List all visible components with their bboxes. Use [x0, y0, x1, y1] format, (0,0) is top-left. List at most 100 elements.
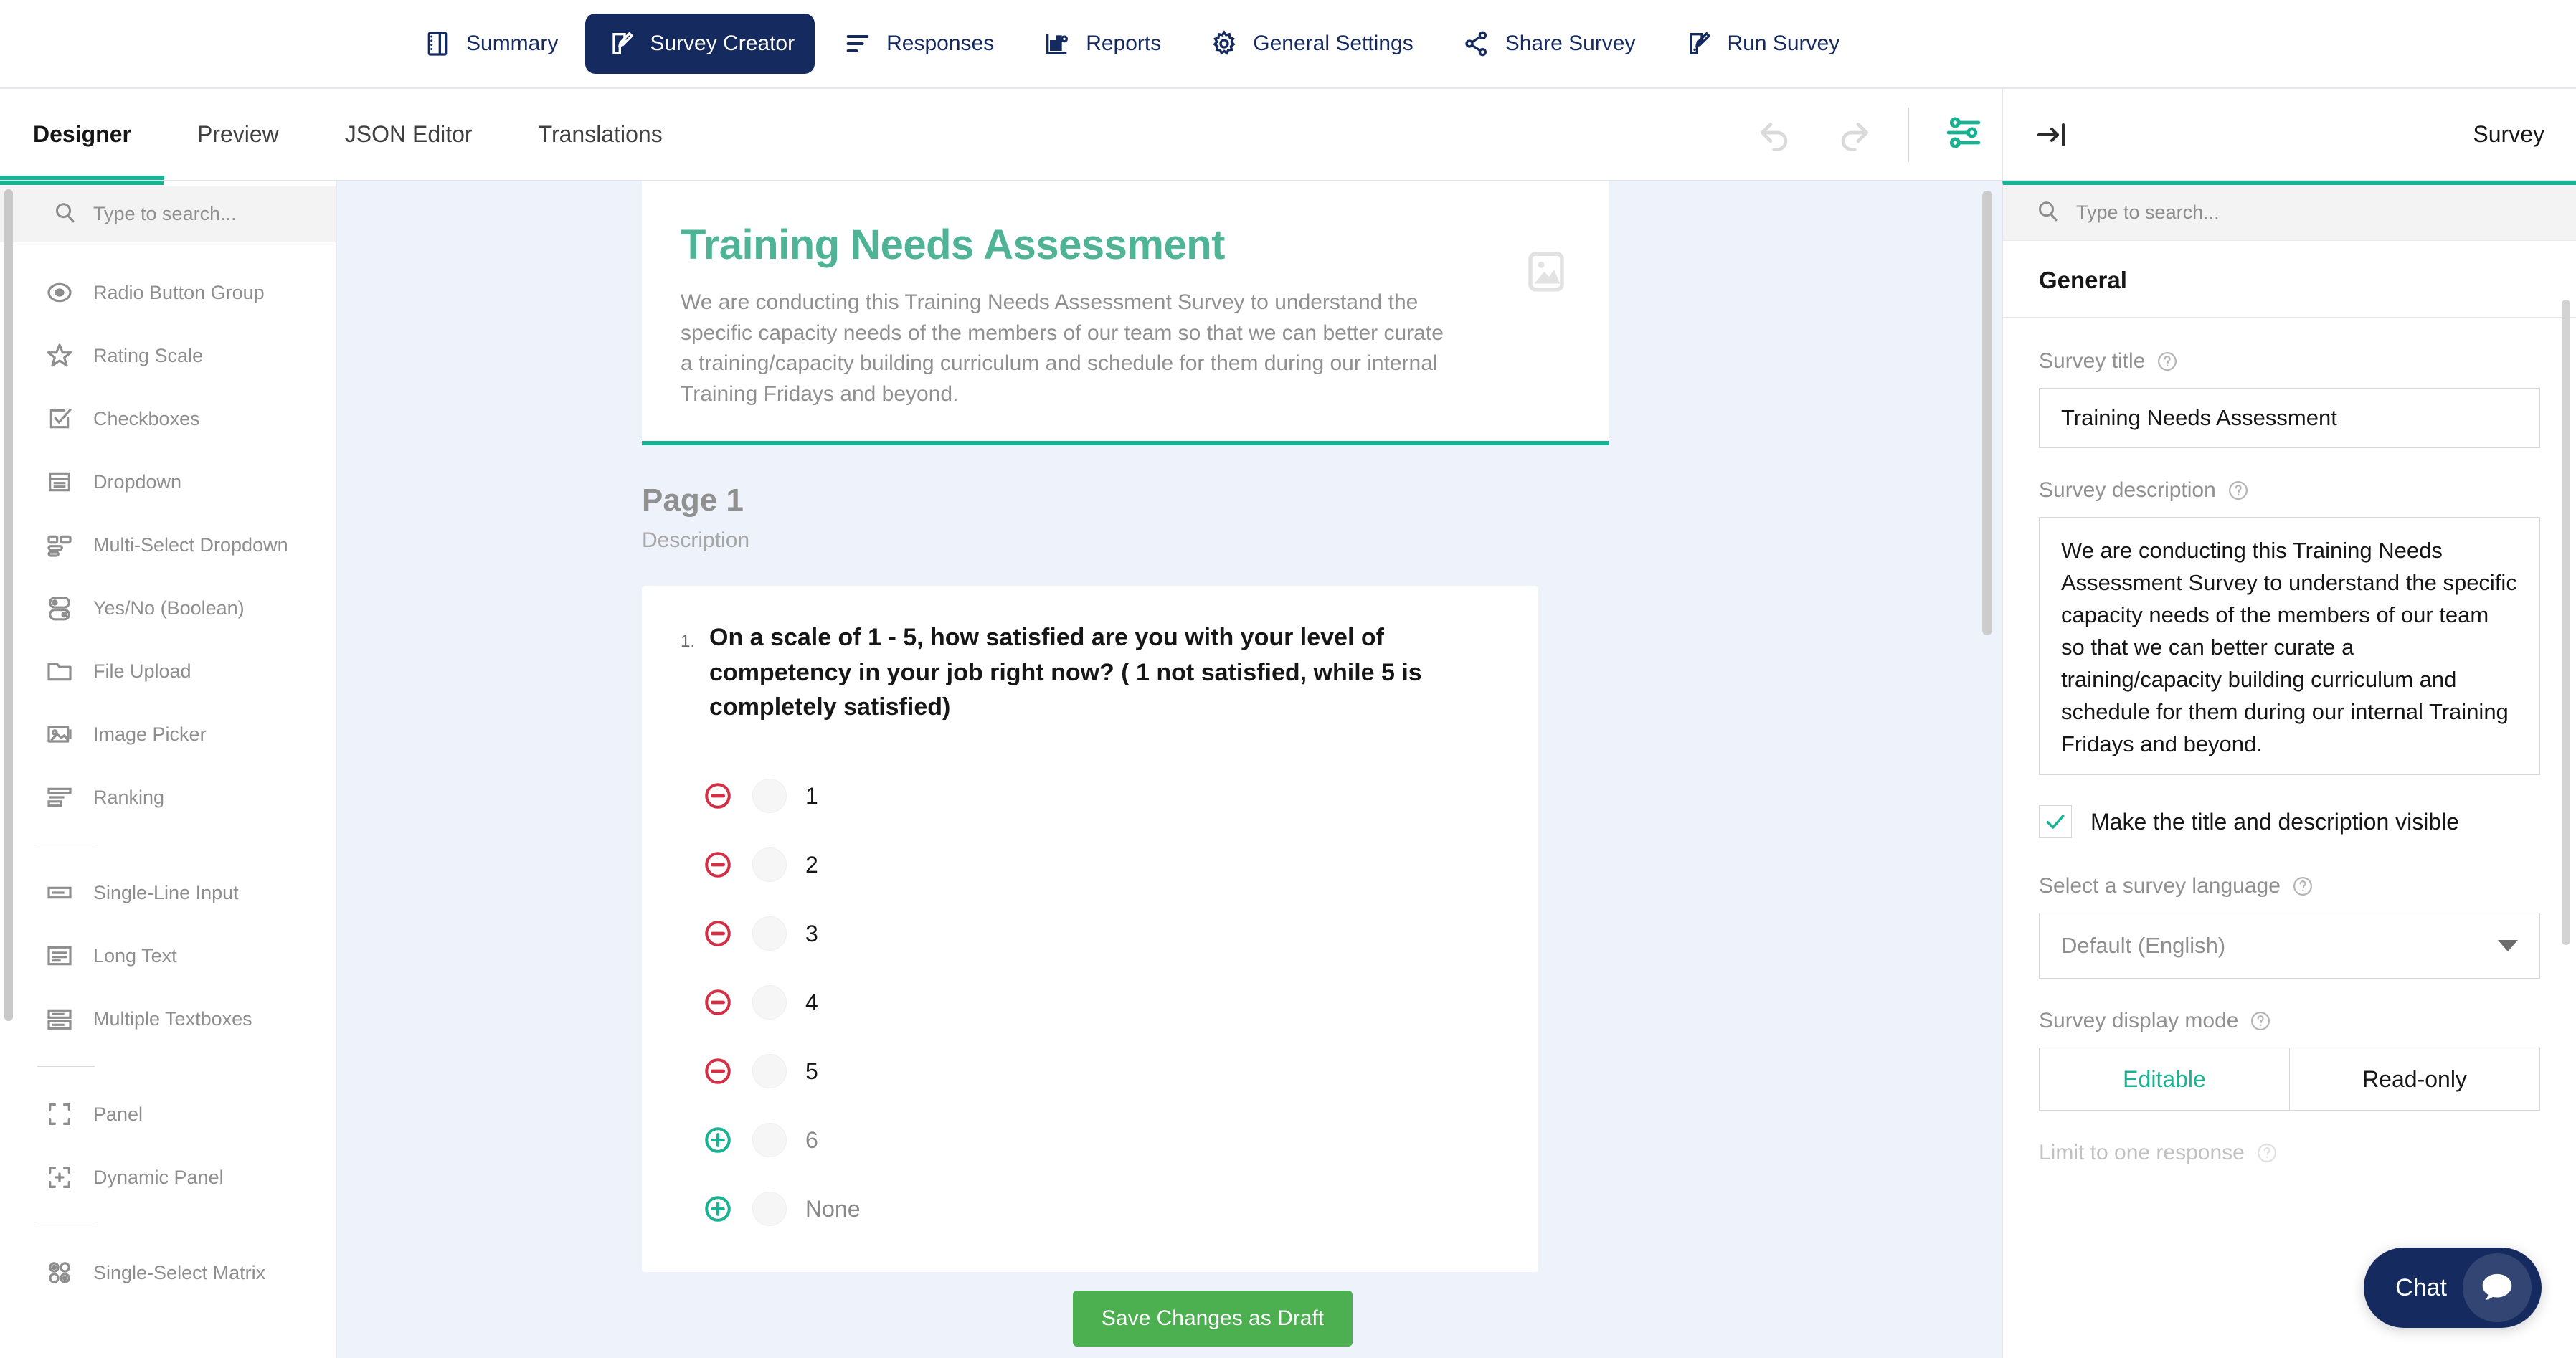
theme-settings-button[interactable] — [1925, 96, 2002, 174]
choice-radio[interactable] — [752, 1054, 787, 1088]
choice-label[interactable]: 3 — [805, 921, 818, 947]
search-icon — [2035, 198, 2060, 227]
property-section-general[interactable]: General — [2003, 241, 2576, 318]
tab-preview[interactable]: Preview — [164, 89, 312, 180]
survey-language-value: Default (English) — [2061, 933, 2225, 959]
multiple-textboxes-icon — [44, 1004, 75, 1034]
remove-choice-icon[interactable] — [702, 780, 734, 812]
add-choice-icon[interactable] — [702, 1124, 734, 1156]
title-description-visible-checkbox[interactable] — [2039, 805, 2072, 838]
choice-row-new[interactable]: 6 — [702, 1106, 1500, 1174]
choice-row[interactable]: 3 — [702, 899, 1500, 968]
tab-translations[interactable]: Translations — [506, 89, 696, 180]
remove-choice-icon[interactable] — [702, 849, 734, 880]
choice-radio[interactable] — [752, 985, 787, 1020]
choice-row-none[interactable]: None — [702, 1174, 1500, 1243]
remove-choice-icon[interactable] — [702, 918, 734, 949]
page-block[interactable]: Page 1 Description — [642, 445, 1609, 553]
question-card[interactable]: 1. On a scale of 1 - 5, how satisfied ar… — [642, 586, 1538, 1272]
choice-row[interactable]: 1 — [702, 761, 1500, 830]
choice-radio[interactable] — [752, 779, 787, 813]
property-panel-scrollbar[interactable] — [2562, 300, 2570, 945]
image-placeholder-icon[interactable] — [1523, 248, 1570, 295]
choice-radio[interactable] — [752, 1123, 787, 1157]
survey-description-textarea[interactable]: We are conducting this Training Needs As… — [2039, 517, 2540, 775]
list-lines-icon — [842, 28, 873, 60]
undo-button[interactable] — [1737, 96, 1814, 174]
nav-item-general-settings[interactable]: General Settings — [1188, 14, 1433, 74]
toolbox-item-long-text[interactable]: Long Text — [0, 924, 336, 987]
toolbox-item-single-line-input[interactable]: Single-Line Input — [0, 861, 336, 924]
collapse-panel-icon[interactable] — [2035, 118, 2069, 152]
redo-button[interactable] — [1814, 96, 1892, 174]
survey-language-select[interactable]: Default (English) — [2039, 913, 2540, 979]
nav-item-summary[interactable]: Summary — [402, 14, 578, 74]
help-icon[interactable] — [2227, 480, 2249, 501]
nav-item-responses[interactable]: Responses — [822, 14, 1014, 74]
toolbox-item-single-select-matrix[interactable]: Single-Select Matrix — [0, 1241, 336, 1304]
choice-label[interactable]: None — [805, 1196, 861, 1222]
remove-choice-icon[interactable] — [702, 987, 734, 1018]
nav-item-survey-creator[interactable]: Survey Creator — [585, 14, 815, 74]
toolbox-item-label: Single-Line Input — [93, 882, 239, 904]
choice-label[interactable]: 5 — [805, 1058, 818, 1085]
toolbox-item-label: Panel — [93, 1103, 143, 1126]
toolbox-item-radio-button-group[interactable]: Radio Button Group — [0, 261, 336, 324]
question-title[interactable]: On a scale of 1 - 5, how satisfied are y… — [709, 620, 1498, 724]
canvas-scrollbar[interactable] — [1982, 191, 1992, 635]
nav-item-reports[interactable]: Reports — [1021, 14, 1181, 74]
survey-description[interactable]: We are conducting this Training Needs As… — [681, 288, 1455, 409]
survey-title-input[interactable]: Training Needs Assessment — [2039, 388, 2540, 448]
toolbox-search-input[interactable]: Type to search... — [0, 186, 336, 242]
toolbox-item-multi-select-dropdown[interactable]: Multi-Select Dropdown — [0, 513, 336, 576]
toolbox-scrollbar[interactable] — [4, 189, 13, 1021]
toolbox-search-placeholder: Type to search... — [93, 203, 237, 225]
title-description-visible-row[interactable]: Make the title and description visible — [2039, 805, 2540, 838]
toolbox-item-panel[interactable]: Panel — [0, 1083, 336, 1146]
toolbox-item-rating-scale[interactable]: Rating Scale — [0, 324, 336, 387]
choice-label[interactable]: 1 — [805, 783, 818, 809]
help-icon[interactable] — [2156, 351, 2178, 372]
save-changes-as-draft-button[interactable]: Save Changes as Draft — [1073, 1291, 1353, 1347]
choice-row[interactable]: 2 — [702, 830, 1500, 899]
toolbox-item-dropdown[interactable]: Dropdown — [0, 450, 336, 513]
bar-chart-icon — [1041, 28, 1073, 60]
help-icon[interactable] — [2292, 875, 2314, 897]
display-mode-readonly-button[interactable]: Read-only — [2289, 1048, 2539, 1110]
page-description[interactable]: Description — [642, 528, 1609, 553]
tab-json-editor[interactable]: JSON Editor — [312, 89, 506, 180]
nav-item-run-survey[interactable]: Run Survey — [1662, 14, 1860, 74]
chat-widget-button[interactable]: Chat — [2364, 1248, 2542, 1328]
designer-tab-bar: Designer Preview JSON Editor Translation… — [0, 89, 2576, 181]
toolbox-item-yes-no-boolean[interactable]: Yes/No (Boolean) — [0, 576, 336, 640]
property-search-input[interactable]: Type to search... — [2003, 185, 2576, 241]
choice-radio[interactable] — [752, 916, 787, 951]
page-title[interactable]: Page 1 — [642, 483, 1609, 518]
choice-label[interactable]: 4 — [805, 989, 818, 1016]
display-mode-editable-button[interactable]: Editable — [2040, 1048, 2289, 1110]
tab-designer[interactable]: Designer — [0, 89, 164, 180]
star-icon — [44, 341, 75, 371]
survey-header-card[interactable]: Training Needs Assessment We are conduct… — [642, 181, 1609, 445]
help-icon[interactable] — [2256, 1142, 2278, 1164]
toolbox-item-file-upload[interactable]: File Upload — [0, 640, 336, 703]
toolbox-item-dynamic-panel[interactable]: Dynamic Panel — [0, 1146, 336, 1209]
choice-radio[interactable] — [752, 1192, 787, 1226]
toolbox-item-list: Radio Button Group Rating Scale Checkbox… — [0, 242, 336, 1304]
add-choice-icon[interactable] — [702, 1193, 734, 1225]
toolbox-item-multiple-textboxes[interactable]: Multiple Textboxes — [0, 987, 336, 1050]
title-description-visible-label: Make the title and description visible — [2090, 809, 2459, 835]
choice-label[interactable]: 6 — [805, 1127, 818, 1154]
remove-choice-icon[interactable] — [702, 1055, 734, 1087]
nav-item-share-survey[interactable]: Share Survey — [1441, 14, 1656, 74]
survey-title[interactable]: Training Needs Assessment — [681, 221, 1501, 269]
choice-label[interactable]: 2 — [805, 852, 818, 878]
choice-row[interactable]: 5 — [702, 1037, 1500, 1106]
toolbox-item-checkboxes[interactable]: Checkboxes — [0, 387, 336, 450]
nav-item-label: Share Survey — [1505, 32, 1636, 56]
toolbox-item-ranking[interactable]: Ranking — [0, 766, 336, 829]
choice-row[interactable]: 4 — [702, 968, 1500, 1037]
toolbox-item-image-picker[interactable]: Image Picker — [0, 703, 336, 766]
choice-radio[interactable] — [752, 847, 787, 882]
help-icon[interactable] — [2250, 1010, 2271, 1032]
